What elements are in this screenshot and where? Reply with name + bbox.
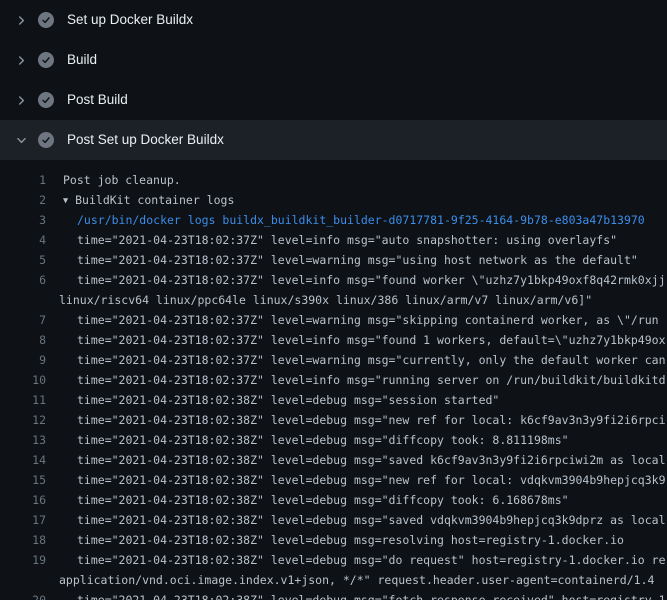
log-line-text: time="2021-04-23T18:02:38Z" level=debug … bbox=[77, 533, 624, 547]
log-line: 4 time="2021-04-23T18:02:37Z" level=info… bbox=[0, 230, 667, 250]
log-line-text: time="2021-04-23T18:02:37Z" level=info m… bbox=[77, 373, 666, 387]
steps-list: Set up Docker Buildx Build Post Build bbox=[0, 0, 667, 160]
log-line-number[interactable]: 1 bbox=[0, 170, 46, 190]
log-line-number[interactable] bbox=[0, 570, 46, 590]
triangle-down-icon: ▼ bbox=[63, 191, 68, 210]
log-line: 13 time="2021-04-23T18:02:38Z" level=deb… bbox=[0, 430, 667, 450]
log-line-number[interactable]: 10 bbox=[0, 370, 46, 390]
log-line: 8 time="2021-04-23T18:02:37Z" level=info… bbox=[0, 330, 667, 350]
log-line: 10 time="2021-04-23T18:02:37Z" level=inf… bbox=[0, 370, 667, 390]
log-line: 5 time="2021-04-23T18:02:37Z" level=warn… bbox=[0, 250, 667, 270]
log-line-text: time="2021-04-23T18:02:37Z" level=info m… bbox=[77, 233, 617, 247]
log-line-number[interactable]: 19 bbox=[0, 550, 46, 570]
log-line-number[interactable] bbox=[0, 290, 46, 310]
step-label: Post Build bbox=[67, 92, 128, 108]
log-line: application/vnd.oci.image.index.v1+json,… bbox=[0, 570, 667, 590]
log-line: 19 time="2021-04-23T18:02:38Z" level=deb… bbox=[0, 550, 667, 570]
step-row-post-set-up-docker-buildx[interactable]: Post Set up Docker Buildx bbox=[0, 120, 667, 160]
log-line: 16 time="2021-04-23T18:02:38Z" level=deb… bbox=[0, 490, 667, 510]
log-line: 1 Post job cleanup. bbox=[0, 170, 667, 190]
log-line: 18 time="2021-04-23T18:02:38Z" level=deb… bbox=[0, 530, 667, 550]
log-line: 3 /usr/bin/docker logs buildx_buildkit_b… bbox=[0, 210, 667, 230]
log-line-number[interactable]: 6 bbox=[0, 270, 46, 290]
log-line: 17 time="2021-04-23T18:02:38Z" level=deb… bbox=[0, 510, 667, 530]
check-circle-icon bbox=[38, 52, 54, 68]
log-line-number[interactable]: 12 bbox=[0, 410, 46, 430]
log-line-number[interactable]: 3 bbox=[0, 210, 46, 230]
log-line-text: time="2021-04-23T18:02:37Z" level=warnin… bbox=[77, 253, 638, 267]
log-line-text: time="2021-04-23T18:02:38Z" level=debug … bbox=[77, 393, 499, 407]
log-line-text: Post job cleanup. bbox=[63, 173, 181, 187]
check-circle-icon bbox=[38, 92, 54, 108]
log-line: 14 time="2021-04-23T18:02:38Z" level=deb… bbox=[0, 450, 667, 470]
log-line-number[interactable]: 15 bbox=[0, 470, 46, 490]
step-row-set-up-docker-buildx[interactable]: Set up Docker Buildx bbox=[0, 0, 667, 40]
log-line-number[interactable]: 9 bbox=[0, 350, 46, 370]
step-label: Set up Docker Buildx bbox=[67, 12, 193, 28]
log-viewer: 1 Post job cleanup. 2 ▼ BuildKit containe… bbox=[0, 160, 667, 600]
log-line: 15 time="2021-04-23T18:02:38Z" level=deb… bbox=[0, 470, 667, 490]
log-line-text: time="2021-04-23T18:02:37Z" level=info m… bbox=[77, 273, 667, 287]
check-circle-icon bbox=[38, 132, 54, 148]
log-line: 20 time="2021-04-23T18:02:38Z" level=deb… bbox=[0, 590, 667, 600]
log-line-text: time="2021-04-23T18:02:38Z" level=debug … bbox=[77, 473, 666, 487]
log-line-text: time="2021-04-23T18:02:38Z" level=debug … bbox=[77, 433, 569, 447]
log-line-text: time="2021-04-23T18:02:37Z" level=warnin… bbox=[77, 313, 659, 327]
log-line-number[interactable]: 16 bbox=[0, 490, 46, 510]
log-line-number[interactable]: 14 bbox=[0, 450, 46, 470]
chevron-down-icon bbox=[13, 132, 29, 148]
log-line: 2 ▼ BuildKit container logs bbox=[0, 190, 667, 210]
log-line: 11 time="2021-04-23T18:02:38Z" level=deb… bbox=[0, 390, 667, 410]
log-line-text: time="2021-04-23T18:02:37Z" level=info m… bbox=[77, 333, 666, 347]
log-line-number[interactable]: 17 bbox=[0, 510, 46, 530]
log-line: 6 time="2021-04-23T18:02:37Z" level=info… bbox=[0, 270, 667, 290]
log-line-number[interactable]: 8 bbox=[0, 330, 46, 350]
chevron-right-icon bbox=[13, 92, 29, 108]
log-line: 9 time="2021-04-23T18:02:37Z" level=warn… bbox=[0, 350, 667, 370]
log-line-text: time="2021-04-23T18:02:37Z" level=warnin… bbox=[77, 353, 666, 367]
check-circle-icon bbox=[38, 12, 54, 28]
chevron-right-icon bbox=[13, 12, 29, 28]
step-row-build[interactable]: Build bbox=[0, 40, 667, 80]
log-line-text: application/vnd.oci.image.index.v1+json,… bbox=[59, 573, 654, 587]
log-line-number[interactable]: 20 bbox=[0, 590, 46, 600]
log-line-text: linux/riscv64 linux/ppc64le linux/s390x … bbox=[59, 293, 592, 307]
log-line-text: time="2021-04-23T18:02:38Z" level=debug … bbox=[77, 553, 666, 567]
step-label: Post Set up Docker Buildx bbox=[67, 132, 224, 148]
log-line-number[interactable]: 5 bbox=[0, 250, 46, 270]
log-line-number[interactable]: 11 bbox=[0, 390, 46, 410]
step-row-post-build[interactable]: Post Build bbox=[0, 80, 667, 120]
log-line-text: time="2021-04-23T18:02:38Z" level=debug … bbox=[77, 513, 667, 527]
step-label: Build bbox=[67, 52, 97, 68]
log-line-text: time="2021-04-23T18:02:38Z" level=debug … bbox=[77, 453, 667, 467]
chevron-right-icon bbox=[13, 52, 29, 68]
log-line: 7 time="2021-04-23T18:02:37Z" level=warn… bbox=[0, 310, 667, 330]
log-line-number[interactable]: 13 bbox=[0, 430, 46, 450]
log-line-text: time="2021-04-23T18:02:38Z" level=debug … bbox=[77, 493, 569, 507]
log-line-number[interactable]: 4 bbox=[0, 230, 46, 250]
log-line-number[interactable]: 18 bbox=[0, 530, 46, 550]
log-line-number[interactable]: 7 bbox=[0, 310, 46, 330]
log-line: 12 time="2021-04-23T18:02:38Z" level=deb… bbox=[0, 410, 667, 430]
log-line-number[interactable]: 2 bbox=[0, 190, 46, 210]
log-line-text: time="2021-04-23T18:02:38Z" level=debug … bbox=[77, 413, 666, 427]
log-line: linux/riscv64 linux/ppc64le linux/s390x … bbox=[0, 290, 667, 310]
log-line-text: /usr/bin/docker logs buildx_buildkit_bui… bbox=[77, 213, 645, 227]
log-line-text: time="2021-04-23T18:02:38Z" level=debug … bbox=[77, 593, 666, 600]
log-line-text: BuildKit container logs bbox=[75, 193, 234, 207]
